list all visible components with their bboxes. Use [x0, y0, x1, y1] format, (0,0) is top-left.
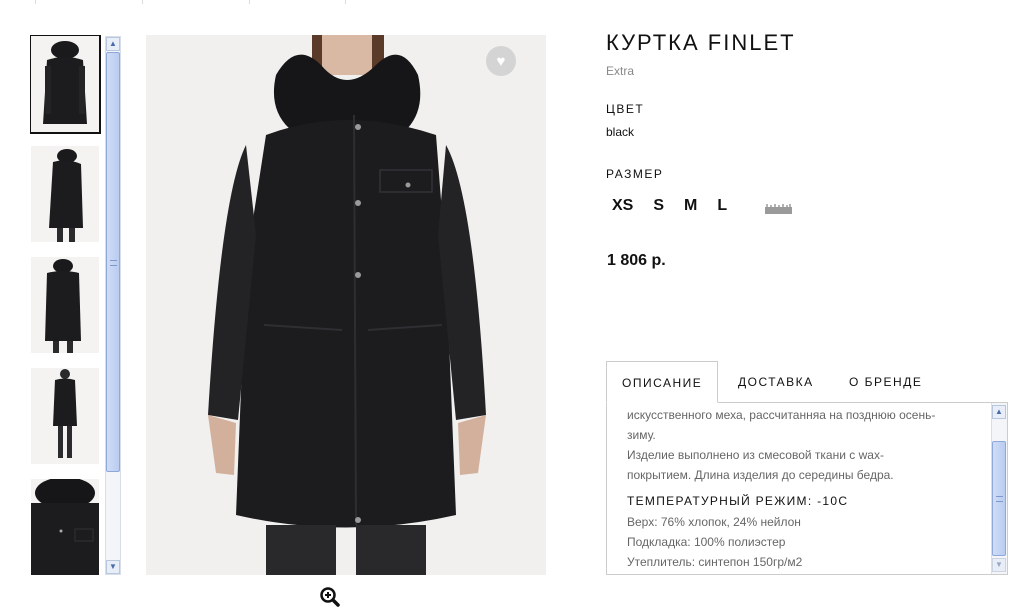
thumbnail-4[interactable]: [31, 368, 99, 464]
description-line: искусственного меха, рассчитанняа на поз…: [627, 408, 936, 422]
thumbnail-scrollbar[interactable]: ▲ ▼: [105, 36, 121, 575]
spec-line: Верх: 76% хлопок, 24% нейлон: [627, 515, 801, 529]
ruler-icon[interactable]: [765, 201, 792, 214]
spec-line: Подкладка: 100% полиэстер: [627, 535, 786, 549]
tab-description[interactable]: ОПИСАНИЕ: [606, 361, 719, 403]
description-line: покрытием. Длина изделия до середины бед…: [627, 468, 894, 482]
product-title: КУРТКА FINLET: [606, 30, 796, 55]
thumbnail-3[interactable]: [31, 257, 99, 353]
tab-about-brand[interactable]: О БРЕНДЕ: [849, 361, 922, 403]
tab-delivery[interactable]: ДОСТАВКА: [738, 361, 814, 403]
size-label: РАЗМЕР: [606, 167, 664, 181]
product-brand[interactable]: Extra: [606, 64, 634, 78]
product-price: 1 806 р.: [607, 252, 666, 269]
scrollbar-grip: [110, 260, 117, 266]
thumbnail-5[interactable]: [31, 479, 99, 575]
scroll-down-arrow-icon[interactable]: ▼: [106, 560, 120, 574]
size-option-l[interactable]: L: [717, 197, 727, 215]
spec-line: Утеплитель: синтепон 150гр/м2: [627, 555, 803, 569]
product-tabs: ОПИСАНИЕ ДОСТАВКА О БРЕНДЕ: [606, 361, 1006, 403]
scroll-down-arrow-icon[interactable]: ▼: [992, 558, 1006, 572]
description-line: зиму.: [627, 428, 656, 442]
main-product-image[interactable]: [146, 35, 546, 575]
scroll-up-arrow-icon[interactable]: ▲: [106, 37, 120, 51]
size-option-xs[interactable]: XS: [612, 197, 633, 215]
temperature-heading: ТЕМПЕРАТУРНЫЙ РЕЖИМ: -10С: [627, 494, 849, 508]
scrollbar-thumb[interactable]: [992, 441, 1006, 556]
color-value: black: [606, 125, 635, 139]
thumbnail-1[interactable]: [30, 35, 101, 134]
description-line: Изделие выполнено из смесовой ткани с wa…: [627, 448, 884, 462]
size-option-s[interactable]: S: [653, 197, 664, 215]
thumbnail-list: [30, 35, 102, 575]
description-scrollbar[interactable]: ▲ ▼: [991, 403, 1007, 574]
scroll-up-arrow-icon[interactable]: ▲: [992, 405, 1006, 419]
description-panel: искусственного меха, рассчитанняа на поз…: [606, 402, 1008, 575]
size-option-m[interactable]: M: [684, 197, 697, 215]
heart-icon[interactable]: ♥: [486, 46, 516, 76]
description-text: искусственного меха, рассчитанняа на поз…: [627, 405, 977, 572]
thumbnail-2[interactable]: [31, 146, 99, 242]
color-label: ЦВЕТ: [606, 102, 645, 116]
zoom-in-icon[interactable]: [320, 587, 340, 607]
scrollbar-grip: [996, 496, 1003, 502]
scrollbar-thumb[interactable]: [106, 52, 120, 472]
size-options: XS S M L: [612, 197, 747, 215]
